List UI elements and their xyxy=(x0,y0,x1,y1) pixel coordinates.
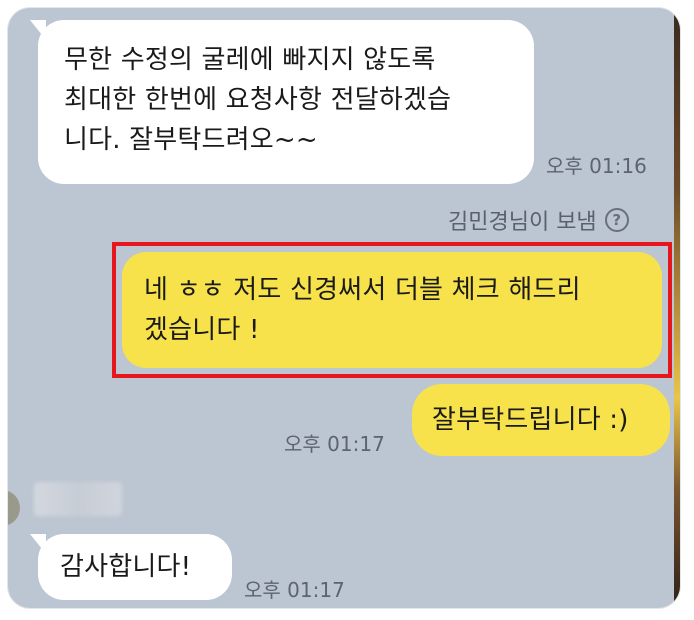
outgoing-message-bubble[interactable]: 잘부탁드립니다 :) xyxy=(412,384,670,456)
sender-name-text: 김민경님이 보냄 xyxy=(448,210,597,235)
message-timestamp: 오후 01:17 xyxy=(244,578,345,602)
help-icon[interactable]: ? xyxy=(604,208,629,232)
sent-by-label: 김민경님이 보냄 ? xyxy=(448,204,629,236)
message-timestamp: 오후 01:16 xyxy=(546,154,647,178)
message-line: 최대한 한번에 요청사항 전달하겠습 xyxy=(64,85,452,115)
incoming-message-bubble[interactable]: 무한 수정의 굴레에 빠지지 않도록 최대한 한번에 요청사항 전달하겠습 니다… xyxy=(38,20,534,184)
side-image-strip xyxy=(674,8,680,608)
message-text: 잘부탁드립니다 :) xyxy=(432,405,629,435)
message-line: 네 ㅎㅎ 저도 신경써서 더블 체크 해드리 xyxy=(144,275,581,305)
message-line: 니다. 잘부탁드려오~~ xyxy=(64,125,318,155)
outgoing-message-bubble[interactable]: 네 ㅎㅎ 저도 신경써서 더블 체크 해드리 겠습니다 ! xyxy=(122,252,662,368)
message-line: 겠습니다 ! xyxy=(144,315,260,345)
message-line: 무한 수정의 굴레에 빠지지 않도록 xyxy=(64,45,436,75)
blurred-sender-name xyxy=(34,482,122,516)
message-text: 감사합니다! xyxy=(60,552,192,582)
message-timestamp: 오후 01:17 xyxy=(284,432,385,456)
incoming-message-bubble[interactable]: 감사합니다! xyxy=(38,534,232,600)
avatar[interactable] xyxy=(8,490,20,526)
chat-window: 무한 수정의 굴레에 빠지지 않도록 최대한 한번에 요청사항 전달하겠습 니다… xyxy=(8,8,680,608)
